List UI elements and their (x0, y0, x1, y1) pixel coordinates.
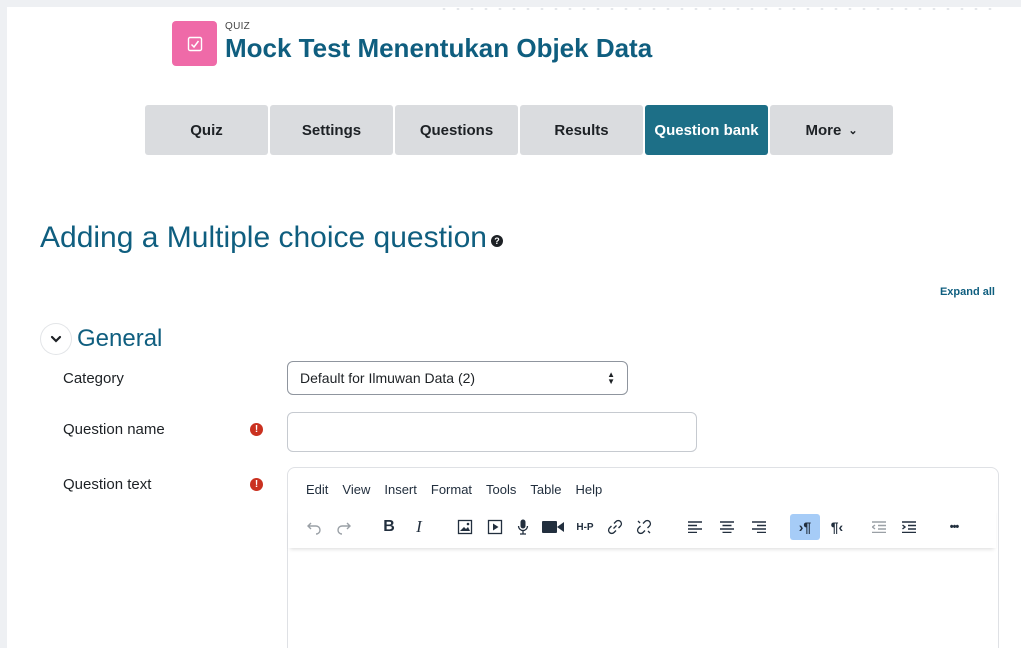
question-text-label: Question text (63, 476, 152, 493)
quiz-checkbox-icon (172, 21, 217, 66)
italic-icon[interactable]: I (408, 514, 430, 540)
outdent-icon[interactable] (868, 514, 890, 540)
decorative-dots (437, 7, 997, 15)
section-collapse-toggle[interactable] (41, 324, 71, 354)
required-icon: ! (250, 423, 263, 436)
tab-label: Questions (419, 121, 494, 139)
microphone-icon[interactable] (513, 514, 533, 540)
chevron-down-icon (50, 335, 62, 343)
menu-insert[interactable]: Insert (384, 482, 417, 497)
tab-quiz[interactable]: Quiz (145, 105, 268, 155)
tab-label: Quiz (190, 121, 223, 139)
menu-view[interactable]: View (342, 482, 370, 497)
section-title-general[interactable]: General (77, 324, 162, 354)
tab-label: More (805, 121, 842, 139)
required-icon: ! (250, 478, 263, 491)
form-heading-text: Adding a Multiple choice question (40, 221, 487, 254)
menu-table[interactable]: Table (530, 482, 561, 497)
page-title: Mock Test Menentukan Objek Data (225, 33, 653, 63)
menu-help[interactable]: Help (575, 482, 602, 497)
rtl-direction-icon[interactable]: ¶‹ (824, 514, 850, 540)
question-text-editor[interactable]: Edit View Insert Format Tools Table Help… (287, 467, 999, 648)
chevron-down-icon: ⌄ (848, 124, 858, 137)
redo-icon[interactable] (332, 514, 356, 540)
bold-icon[interactable]: B (378, 514, 400, 540)
more-icon[interactable]: ••• (940, 514, 968, 540)
tab-more[interactable]: More ⌄ (770, 105, 893, 155)
secondary-navigation: Quiz Settings Questions Results Question… (145, 105, 895, 155)
align-right-icon[interactable] (748, 514, 770, 540)
page: QUIZ Mock Test Menentukan Objek Data Qui… (7, 7, 1021, 648)
editor-menubar: Edit View Insert Format Tools Table Help (306, 482, 616, 497)
menu-edit[interactable]: Edit (306, 482, 328, 497)
tab-results[interactable]: Results (520, 105, 643, 155)
expand-all-link[interactable]: Expand all (940, 286, 995, 298)
tab-label: Settings (301, 121, 362, 139)
video-camera-icon[interactable] (540, 514, 566, 540)
indent-icon[interactable] (898, 514, 920, 540)
category-selected-value: Default for Ilmuwan Data (2) (300, 370, 476, 386)
activity-type-label: QUIZ (225, 21, 251, 32)
form-heading: Adding a Multiple choice question ? (40, 221, 503, 255)
question-name-label: Question name (63, 421, 165, 438)
align-center-icon[interactable] (716, 514, 738, 540)
link-icon[interactable] (604, 514, 626, 540)
tab-questions[interactable]: Questions (395, 105, 518, 155)
tab-label: Question bank (654, 121, 759, 139)
media-icon[interactable] (483, 514, 507, 540)
image-icon[interactable] (453, 514, 477, 540)
help-icon[interactable]: ? (490, 235, 503, 247)
unlink-icon[interactable] (632, 514, 656, 540)
h5p-icon[interactable]: H-P (572, 514, 598, 540)
tab-settings[interactable]: Settings (270, 105, 393, 155)
editor-content-area[interactable] (288, 552, 996, 648)
tab-question-bank[interactable]: Question bank (645, 105, 768, 155)
undo-icon[interactable] (302, 514, 326, 540)
category-label: Category (63, 370, 124, 387)
question-name-input[interactable] (287, 412, 697, 452)
menu-format[interactable]: Format (431, 482, 472, 497)
menu-tools[interactable]: Tools (486, 482, 516, 497)
category-select[interactable]: Default for Ilmuwan Data (2) ▲ ▼ (287, 361, 628, 395)
align-left-icon[interactable] (684, 514, 706, 540)
ltr-direction-icon[interactable]: ›¶ (790, 514, 820, 540)
select-arrows-icon: ▲ ▼ (607, 370, 615, 386)
editor-toolbar: B I H-P ›¶ ¶‹ ••• (288, 508, 996, 548)
tab-label: Results (554, 121, 609, 139)
